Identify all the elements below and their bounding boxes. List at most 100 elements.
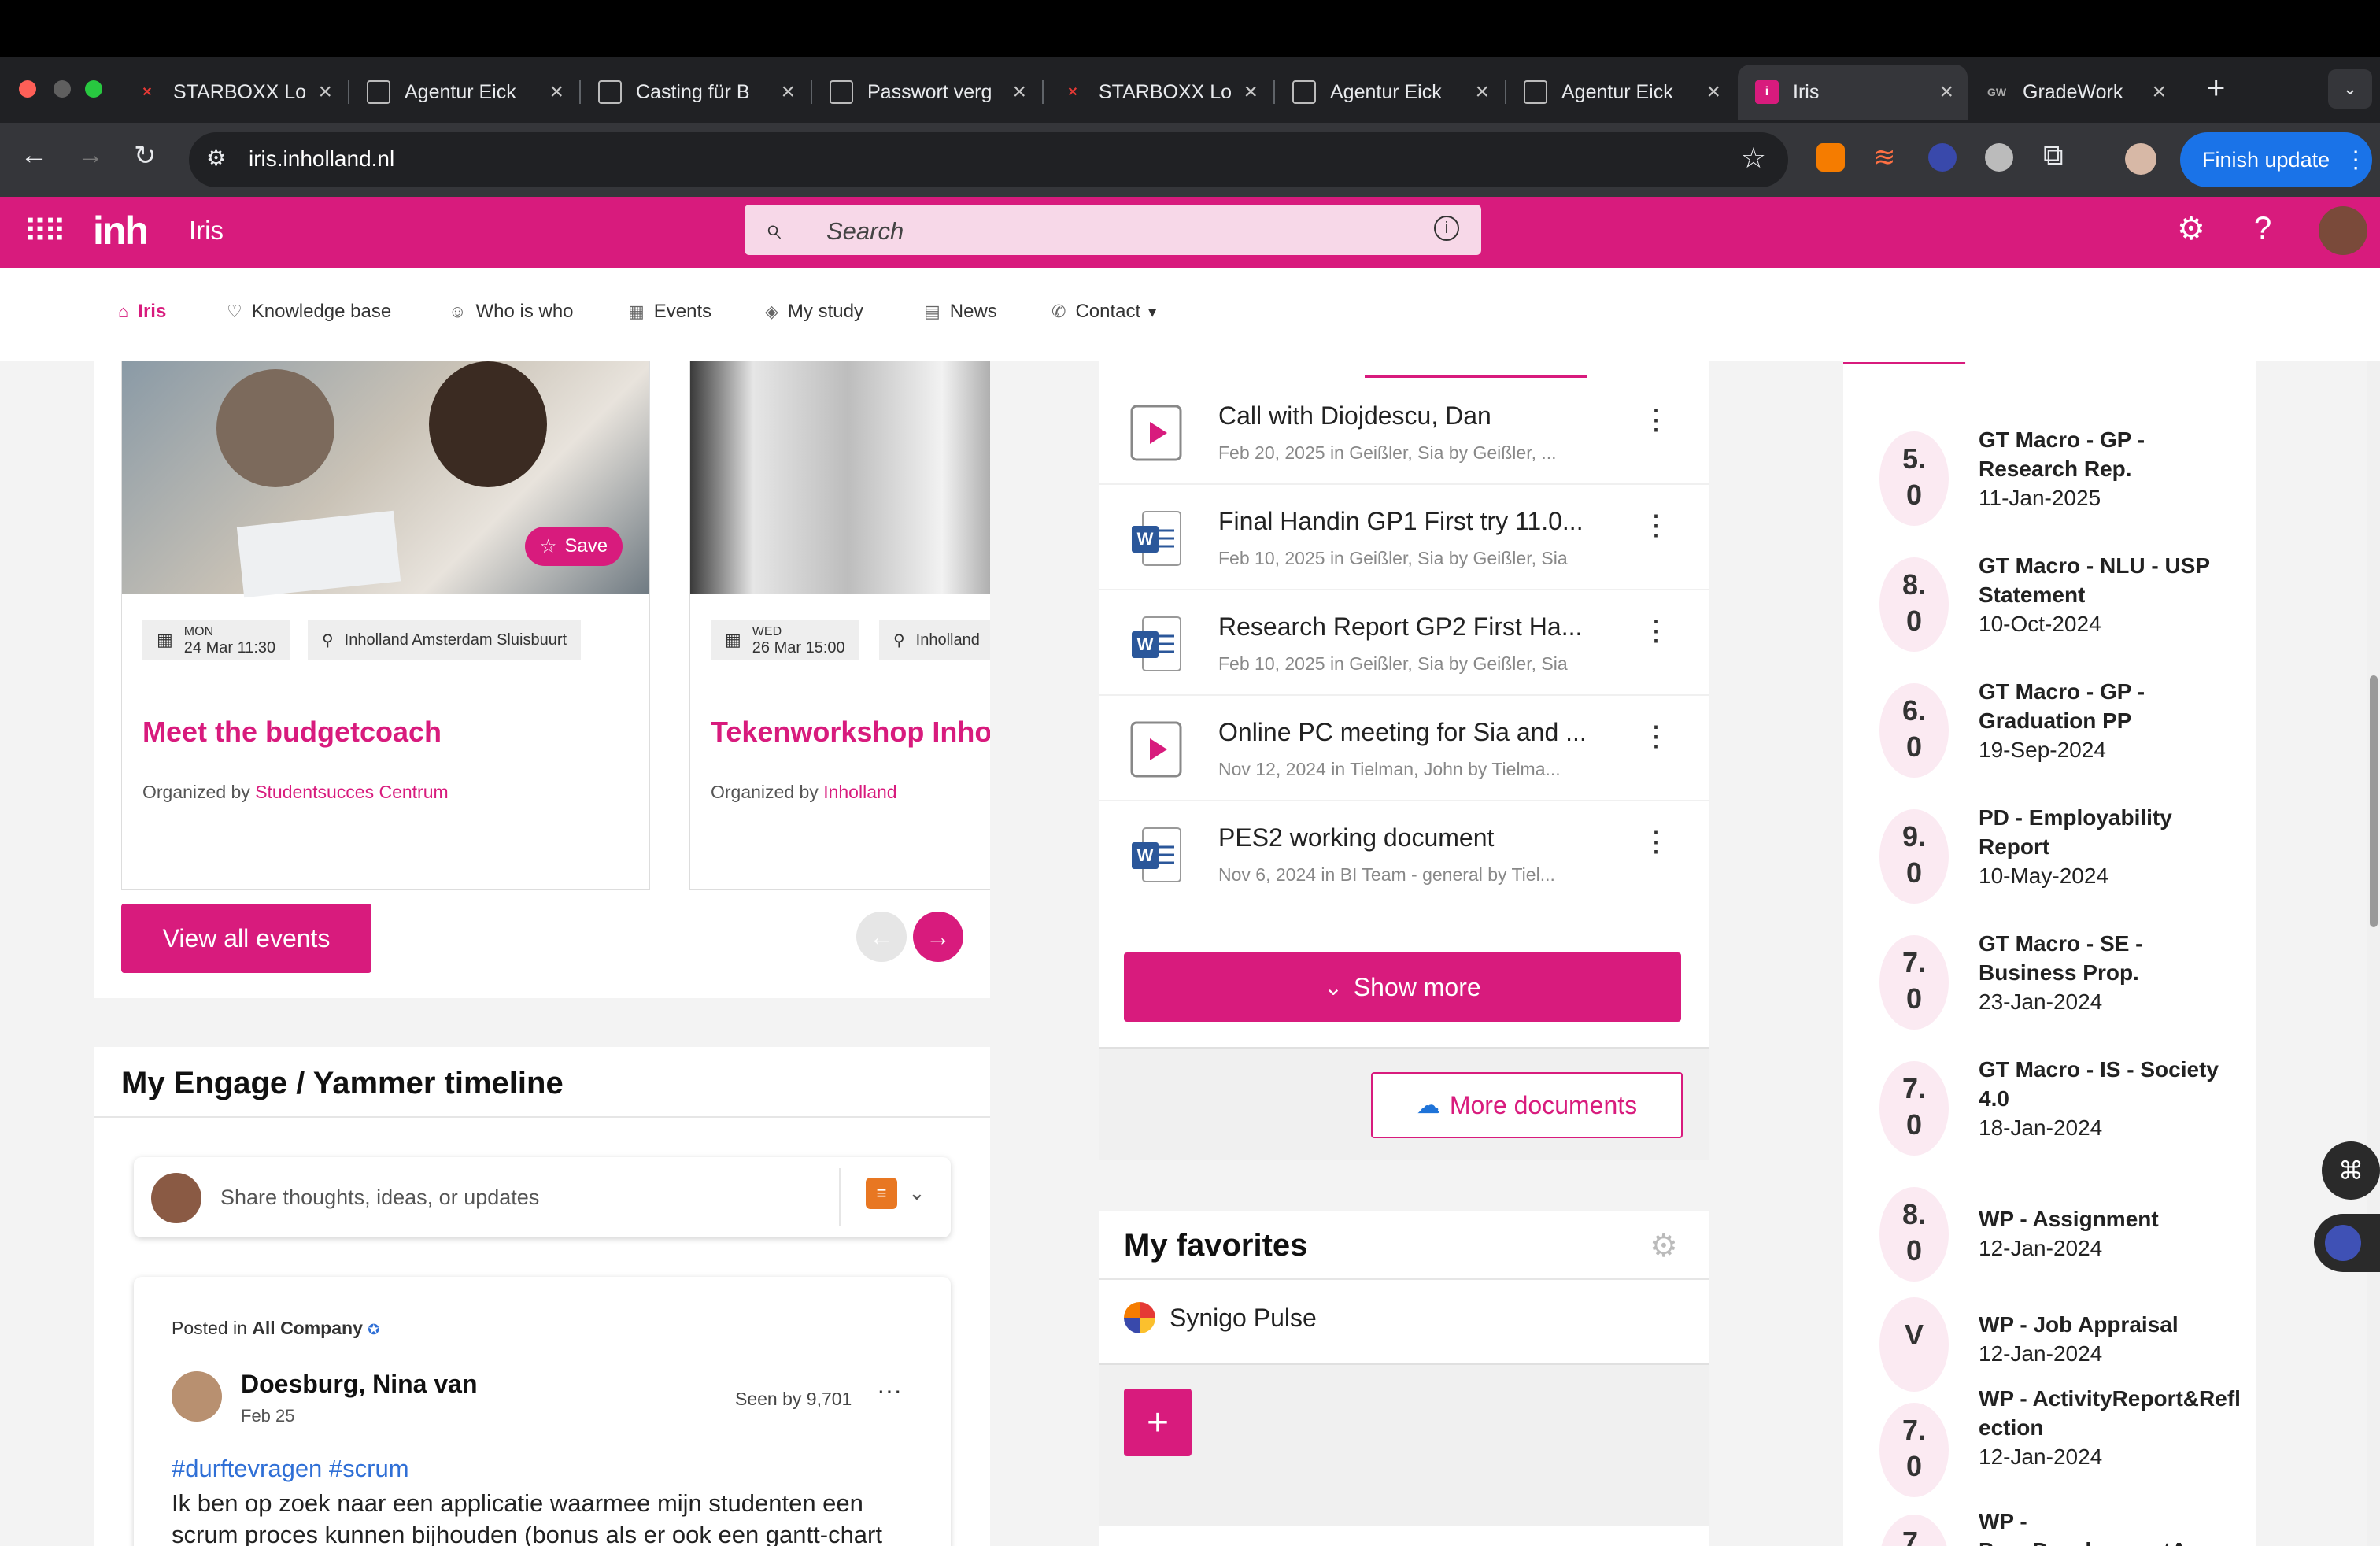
nav-item-contact[interactable]: ✆ Contact ▾: [1051, 301, 1156, 323]
star-icon: ☆: [539, 535, 557, 557]
browser-tab[interactable]: ✕ STARBOXX Lo ×: [1044, 65, 1272, 120]
event-card[interactable]: ☆ Save ▦ MON 24 Mar 11:30 ⚲ Inholland Am…: [121, 361, 650, 890]
close-tab-icon[interactable]: ×: [1939, 79, 1953, 105]
site-info-icon[interactable]: ⚙: [206, 145, 226, 171]
organizer-link[interactable]: Studentsucces Centrum: [255, 782, 448, 802]
nav-item-events[interactable]: ▦ Events: [628, 301, 711, 323]
nav-item-who-is-who[interactable]: ☺ Who is who: [449, 301, 574, 323]
more-vert-icon[interactable]: ⋮: [1642, 825, 1670, 858]
more-vert-icon[interactable]: ⋮: [1642, 403, 1670, 436]
close-tab-icon[interactable]: ×: [318, 79, 332, 105]
floating-shortcuts-button[interactable]: ⌘: [2322, 1141, 2380, 1200]
close-window-button[interactable]: [19, 80, 36, 98]
more-documents-button[interactable]: ☁ More documents: [1371, 1072, 1683, 1138]
floating-assistant-button[interactable]: [2314, 1214, 2380, 1272]
more-vert-icon[interactable]: ⋮: [1642, 719, 1670, 753]
share-input[interactable]: Share thoughts, ideas, or updates: [220, 1185, 539, 1210]
extensions-puzzle-icon[interactable]: ⧉: [2043, 139, 2064, 172]
back-icon[interactable]: ←: [20, 140, 47, 171]
nav-item-iris[interactable]: ⌂ Iris: [118, 301, 166, 323]
add-favorite-button[interactable]: +: [1124, 1389, 1192, 1456]
app-launcher-icon[interactable]: ⠿⠿: [24, 214, 67, 250]
carousel-prev-button[interactable]: ←: [856, 912, 907, 962]
save-event-button[interactable]: ☆ Save: [525, 527, 623, 566]
close-tab-icon[interactable]: ×: [2152, 79, 2166, 105]
grade-course: WP - Job Appraisal: [1979, 1312, 2179, 1337]
phone-icon: ✆: [1051, 301, 1066, 321]
grade-item: 7. 0 GT Macro - SE - Business Prop. 23-Jan…: [1843, 921, 2252, 1047]
close-tab-icon[interactable]: ×: [1706, 79, 1720, 105]
events-panel: ☆ Save ▦ MON 24 Mar 11:30 ⚲ Inholland Am…: [94, 361, 990, 998]
close-tab-icon[interactable]: ×: [1244, 79, 1258, 105]
calendar-icon: ▦: [725, 630, 741, 649]
organizer-link[interactable]: Inholland: [823, 782, 896, 802]
carousel-next-button[interactable]: →: [913, 912, 963, 962]
show-more-button[interactable]: ⌄ Show more: [1124, 952, 1681, 1022]
profile-avatar[interactable]: [2125, 143, 2156, 175]
search-input[interactable]: ⌕ Search i: [745, 205, 1481, 255]
browser-tab[interactable]: Agentur Eick ×: [1275, 65, 1503, 120]
document-item[interactable]: W Final Handin GP1 First try 11.0... Feb…: [1099, 485, 1709, 590]
user-avatar[interactable]: [2319, 206, 2367, 255]
browser-tab[interactable]: ✕ STARBOXX Lo ×: [118, 65, 346, 120]
page-scrollbar-track[interactable]: [2367, 361, 2380, 1546]
view-all-events-button[interactable]: View all events: [121, 904, 371, 973]
post-more-options[interactable]: ···: [877, 1376, 902, 1405]
address-bar[interactable]: ⚙ iris.inholland.nl ☆: [189, 132, 1788, 187]
browser-tab[interactable]: Agentur Eick ×: [349, 65, 578, 120]
close-tab-icon[interactable]: ×: [781, 79, 795, 105]
more-vert-icon[interactable]: ⋮: [1642, 509, 1670, 542]
nav-item-my-study[interactable]: ◈ My study: [765, 301, 863, 323]
browser-tab[interactable]: GW GradeWork ×: [1968, 65, 2180, 120]
bookmark-star-icon[interactable]: ☆: [1741, 142, 1766, 175]
event-card[interactable]: ▦ WED 26 Mar 15:00 ⚲ Inholland Tekenwork…: [689, 361, 990, 890]
extension-globe-icon[interactable]: [1985, 143, 2013, 172]
nav-item-knowledge-base[interactable]: ♡ Knowledge base: [227, 301, 391, 323]
post-hashtags[interactable]: #durftevragen #scrum: [172, 1455, 409, 1483]
browser-tab[interactable]: Passwort verg ×: [812, 65, 1040, 120]
finish-update-button[interactable]: Finish update ⋮: [2180, 132, 2372, 187]
page-content: ☆ Save ▦ MON 24 Mar 11:30 ⚲ Inholland Am…: [0, 361, 2380, 1546]
help-icon[interactable]: ?: [2254, 211, 2271, 246]
message-type-icon[interactable]: ≡: [866, 1178, 897, 1209]
browser-tab-active[interactable]: i Iris ×: [1738, 65, 1968, 120]
app-name: Iris: [189, 216, 224, 245]
tab-search-button[interactable]: ⌄: [2328, 69, 2372, 109]
grade-item: 5. 0 GT Macro - GP - Research Rep. 11-Jan-…: [1843, 417, 2252, 543]
browser-tab[interactable]: Casting für B ×: [581, 65, 809, 120]
document-item[interactable]: Online PC meeting for Sia and ... Nov 12…: [1099, 696, 1709, 801]
close-tab-icon[interactable]: ×: [549, 79, 564, 105]
url-text[interactable]: iris.inholland.nl: [249, 146, 394, 172]
event-title[interactable]: Meet the budgetcoach: [142, 716, 442, 749]
post-author[interactable]: Doesburg, Nina van: [241, 1370, 478, 1399]
close-tab-icon[interactable]: ×: [1475, 79, 1489, 105]
share-box[interactable]: Share thoughts, ideas, or updates ≡ ⌄: [134, 1157, 951, 1237]
document-item[interactable]: W PES2 working document Nov 6, 2024 in B…: [1099, 801, 1709, 907]
page-scrollbar-thumb[interactable]: [2370, 675, 2378, 927]
new-tab-button[interactable]: +: [2207, 71, 2225, 106]
extension-bot-icon[interactable]: [1928, 143, 1957, 172]
extension-fox-icon[interactable]: [1816, 143, 1845, 172]
document-item[interactable]: Call with Diojdescu, Dan Feb 20, 2025 in…: [1099, 379, 1709, 485]
chevron-down-icon[interactable]: ⌄: [908, 1181, 926, 1205]
maximize-window-button[interactable]: [85, 80, 102, 98]
more-vert-icon[interactable]: ⋮: [1642, 614, 1670, 647]
minimize-window-button[interactable]: [54, 80, 71, 98]
close-tab-icon[interactable]: ×: [1012, 79, 1026, 105]
favorites-settings-icon[interactable]: ⚙: [1650, 1228, 1678, 1264]
event-title[interactable]: Tekenworkshop Inhol: [711, 716, 990, 749]
document-item[interactable]: W Research Report GP2 First Ha... Feb 10…: [1099, 590, 1709, 696]
author-avatar[interactable]: [172, 1371, 222, 1422]
info-icon[interactable]: i: [1434, 216, 1459, 241]
extension-cap-icon[interactable]: ≋: [1873, 142, 1896, 173]
forward-icon[interactable]: →: [77, 140, 104, 171]
event-organizer: Organized by Inholland: [711, 782, 897, 802]
favorite-item[interactable]: Synigo Pulse: [1124, 1302, 1317, 1333]
inholland-logo[interactable]: inh: [93, 208, 149, 253]
group-link[interactable]: All Company: [252, 1318, 363, 1338]
selfservice-link[interactable]: Selfservice.: [1843, 361, 1965, 367]
reload-icon[interactable]: ↻: [134, 140, 157, 172]
browser-tab[interactable]: Agentur Eick ×: [1506, 65, 1735, 120]
nav-item-news[interactable]: ▤ News: [924, 301, 997, 323]
settings-gear-icon[interactable]: ⚙: [2177, 211, 2205, 247]
